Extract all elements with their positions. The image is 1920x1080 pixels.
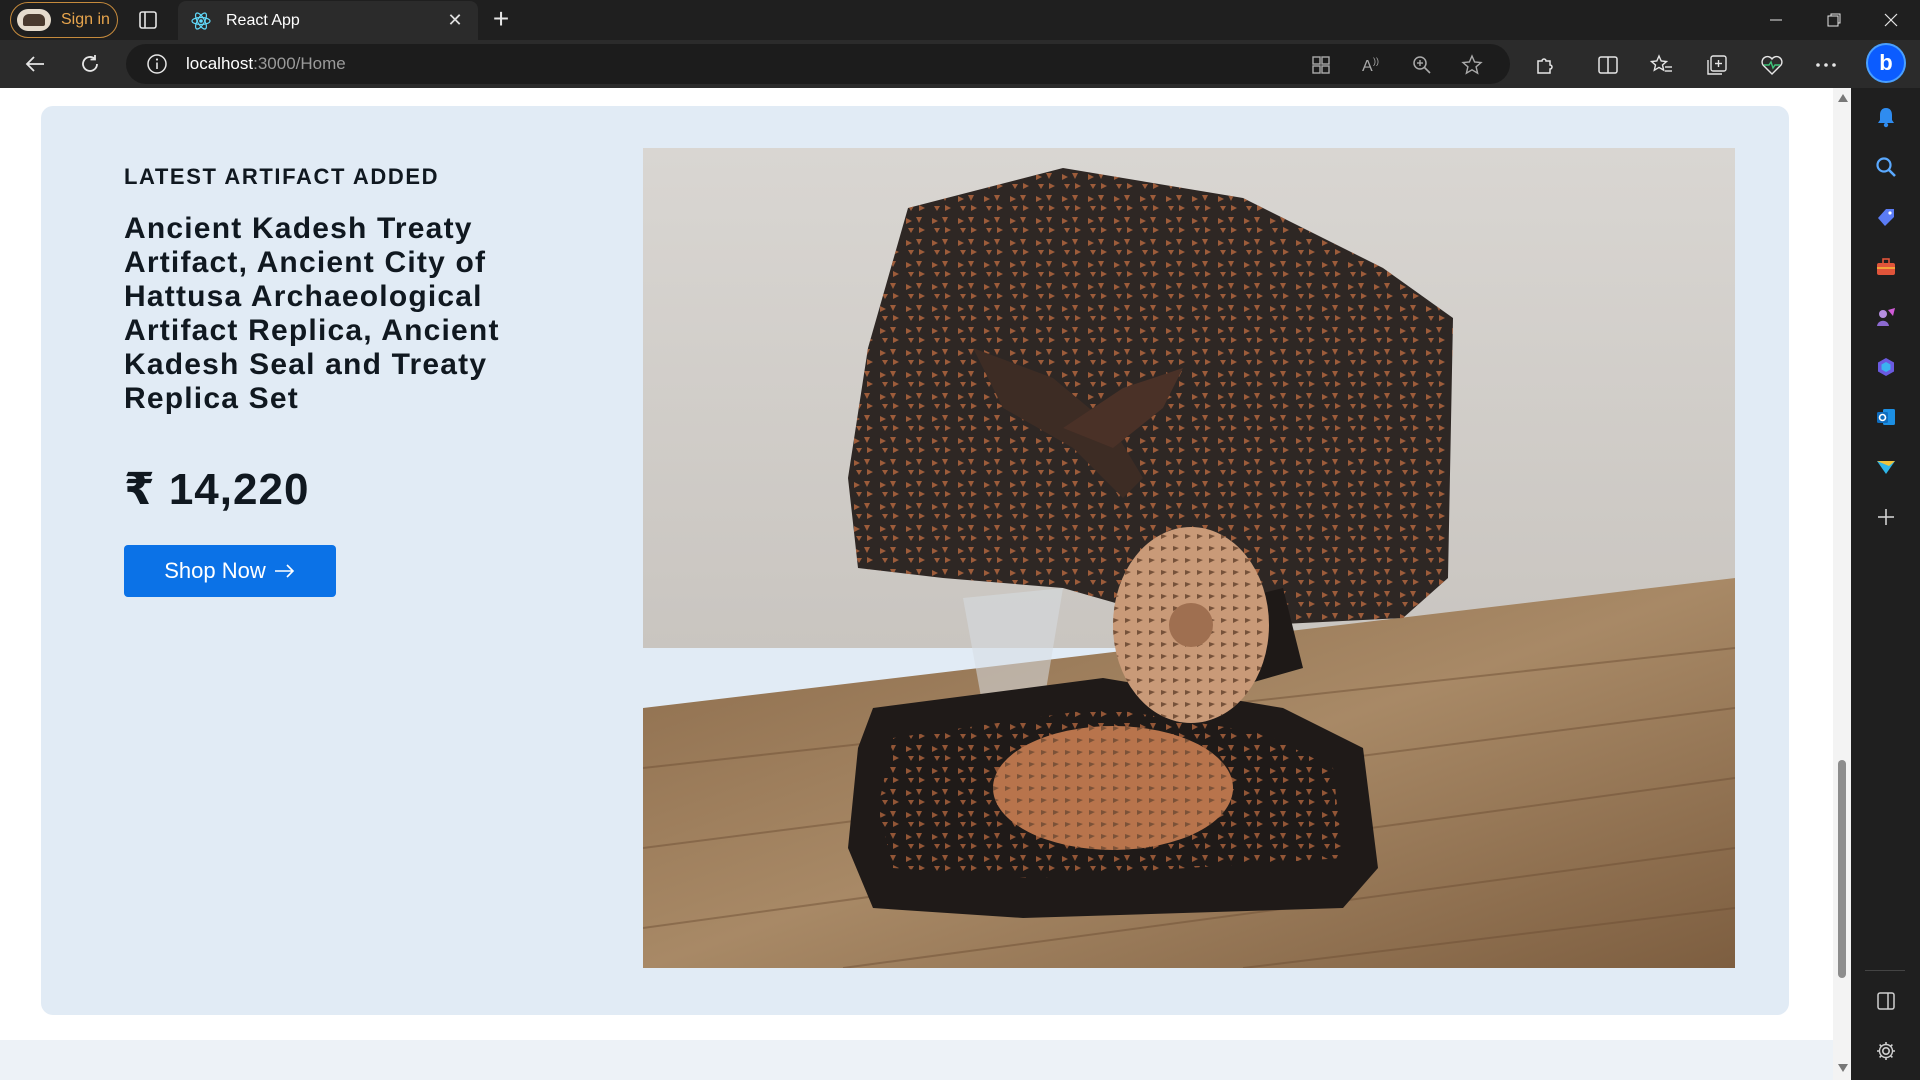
drop-send-icon[interactable] — [1873, 454, 1899, 480]
settings-gear-icon[interactable] — [1873, 1038, 1899, 1064]
favorites-icon[interactable] — [1649, 52, 1675, 78]
copilot-bing-icon[interactable]: b — [1866, 43, 1906, 83]
search-icon[interactable] — [1873, 154, 1899, 180]
app-available-icon[interactable] — [1309, 53, 1333, 77]
tab-react-app[interactable]: React App ✕ — [178, 1, 478, 40]
favorite-star-icon[interactable] — [1460, 53, 1484, 77]
scrollbar-thumb[interactable] — [1838, 760, 1846, 978]
shopping-tag-icon[interactable] — [1873, 204, 1899, 230]
refresh-icon[interactable] — [76, 50, 104, 78]
more-options-icon[interactable] — [1813, 52, 1839, 78]
url-text: localhost:3000/Home — [186, 54, 346, 74]
browser-essentials-icon[interactable] — [1759, 52, 1785, 78]
notifications-bell-icon[interactable] — [1873, 104, 1899, 130]
outlook-icon[interactable] — [1873, 404, 1899, 430]
vertical-scrollbar[interactable] — [1833, 88, 1851, 1080]
profile-avatar-icon — [17, 9, 51, 31]
svg-text:A: A — [1362, 58, 1373, 75]
scroll-up-arrow-icon[interactable] — [1838, 94, 1848, 102]
collections-icon[interactable] — [1704, 52, 1730, 78]
new-tab-button[interactable]: + — [487, 5, 515, 34]
product-image — [643, 148, 1735, 968]
zoom-icon[interactable] — [1410, 53, 1434, 77]
tools-briefcase-icon[interactable] — [1873, 254, 1899, 280]
extensions-icon[interactable] — [1532, 52, 1558, 78]
footer-strip — [0, 1040, 1833, 1080]
scroll-down-arrow-icon[interactable] — [1838, 1064, 1848, 1072]
address-row: localhost:3000/Home A)) — [0, 40, 1920, 88]
hide-sidebar-icon[interactable] — [1873, 988, 1899, 1014]
product-price: ₹ 14,220 — [124, 465, 310, 514]
url-path: :3000/Home — [253, 54, 346, 73]
read-aloud-icon[interactable]: A)) — [1360, 53, 1384, 77]
tab-title: React App — [226, 11, 300, 29]
section-eyebrow: LATEST ARTIFACT ADDED — [124, 164, 440, 189]
product-title: Ancient Kadesh Treaty Artifact, Ancient … — [124, 212, 500, 415]
site-info-icon[interactable] — [146, 53, 168, 75]
back-arrow-icon[interactable] — [21, 50, 49, 78]
arrow-right-icon — [274, 558, 296, 584]
close-window-button[interactable] — [1862, 0, 1920, 40]
profile-signin-button[interactable]: Sign in — [10, 2, 118, 38]
address-bar[interactable]: localhost:3000/Home A)) — [126, 44, 1510, 84]
tab-close-icon[interactable]: ✕ — [444, 10, 466, 31]
restore-button[interactable] — [1805, 0, 1863, 40]
latest-artifact-hero: LATEST ARTIFACT ADDED Ancient Kadesh Tre… — [41, 106, 1789, 1015]
signin-label: Sign in — [61, 11, 110, 28]
workspaces-icon[interactable] — [137, 9, 159, 31]
minimize-button[interactable] — [1747, 0, 1805, 40]
url-host: localhost — [186, 54, 254, 73]
react-logo-icon — [190, 10, 212, 32]
shop-now-label: Shop Now — [164, 558, 266, 583]
copilot-m365-icon[interactable] — [1873, 354, 1899, 380]
edge-sidebar — [1851, 88, 1920, 1080]
split-screen-icon[interactable] — [1595, 52, 1621, 78]
add-sidebar-app-icon[interactable] — [1873, 504, 1899, 530]
svg-text:)): )) — [1373, 56, 1379, 66]
sidebar-divider — [1865, 970, 1905, 971]
tab-bar: Sign in React App ✕ + — [0, 0, 1920, 40]
games-icon[interactable] — [1873, 304, 1899, 330]
shop-now-button[interactable]: Shop Now — [124, 545, 336, 597]
page-viewport: LATEST ARTIFACT ADDED Ancient Kadesh Tre… — [0, 88, 1851, 1080]
